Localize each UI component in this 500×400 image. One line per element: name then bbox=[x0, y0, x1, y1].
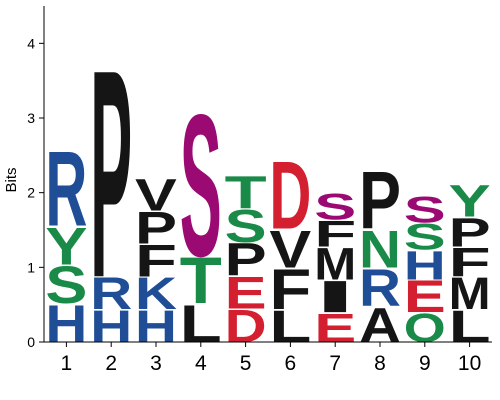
logo-letter-s: S bbox=[314, 186, 356, 227]
letters-layer: HSYRHRP HKFPVLTSDEPSTLFVDEIMFSARNPQEHSSLM… bbox=[45, 9, 491, 342]
sequence-logo-chart: HSYRHRP HKFPVLTSDEPSTLFVDEIMFSARNPQEHSSLM… bbox=[3, 6, 492, 375]
logo-letter-v: V bbox=[135, 170, 178, 220]
y-tick-label: 0 bbox=[27, 334, 35, 350]
x-tick-label: 7 bbox=[329, 352, 341, 375]
logo-letter-p: P bbox=[359, 156, 401, 247]
y-axis-label: Bits bbox=[3, 167, 20, 192]
logo-letter-p: P bbox=[90, 9, 132, 340]
x-tick-label: 4 bbox=[195, 352, 207, 375]
y-tick-label: 4 bbox=[27, 35, 35, 51]
logo-letter-t: T bbox=[225, 167, 267, 218]
x-tick-label: 10 bbox=[458, 352, 481, 375]
x-tick-label: 6 bbox=[285, 352, 297, 375]
x-tick-label: 9 bbox=[419, 352, 431, 375]
x-tick-label: 8 bbox=[374, 352, 386, 375]
logo-letter-s: S bbox=[180, 72, 222, 299]
x-tick-label: 3 bbox=[150, 352, 162, 375]
logo-letter-y: Y bbox=[449, 175, 491, 226]
x-tick-label: 2 bbox=[105, 352, 117, 375]
x-tick-label: 5 bbox=[240, 352, 252, 375]
logo-letter-d: D bbox=[269, 141, 311, 249]
y-ticks: 0 1 2 3 4 bbox=[27, 35, 44, 350]
logo-letter-r: R bbox=[45, 130, 87, 249]
x-tick-label: 1 bbox=[61, 352, 73, 375]
x-ticks: 1 2 3 4 5 6 7 8 9 10 bbox=[61, 342, 481, 375]
y-tick-label: 3 bbox=[27, 110, 35, 126]
logo-letter-s: S bbox=[404, 189, 446, 230]
y-tick-label: 1 bbox=[27, 259, 35, 275]
y-tick-label: 2 bbox=[27, 185, 35, 201]
